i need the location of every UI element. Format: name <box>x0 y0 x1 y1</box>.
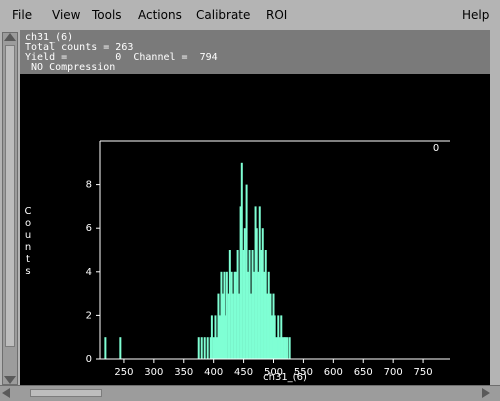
horizontal-scroll-thumb[interactable] <box>30 389 102 397</box>
histogram-bar <box>203 337 206 359</box>
histogram-bar <box>234 271 237 359</box>
histogram-bar <box>243 228 246 359</box>
x-tick-label: 350 <box>174 367 193 378</box>
y-tick-label: 4 <box>86 267 92 278</box>
histogram-bar <box>215 337 218 359</box>
histogram-bar <box>270 315 273 359</box>
histogram-bar <box>286 337 289 359</box>
y-tick-label: 0 <box>86 354 92 365</box>
histogram-bar <box>225 271 228 359</box>
histogram-bar <box>197 337 200 359</box>
histogram-bar <box>221 293 224 359</box>
menu-view[interactable]: View <box>52 8 80 22</box>
histogram-bar <box>281 337 284 359</box>
menu-bar: File View Tools Actions Calibrate ROI He… <box>0 0 500 31</box>
histogram-bar <box>119 337 122 359</box>
x-axis-label: ch31_(6) <box>263 372 307 383</box>
x-tick-label: 450 <box>234 367 253 378</box>
menu-roi[interactable]: ROI <box>266 8 287 22</box>
histogram-bar <box>206 337 209 359</box>
histogram-bar <box>228 250 231 359</box>
menu-help[interactable]: Help <box>462 8 489 22</box>
x-tick-label: 300 <box>144 367 163 378</box>
scroll-up-arrow-icon[interactable] <box>4 33 16 41</box>
spectrum-window: ch31_(6) Total counts = 263 Yield = 0 Ch… <box>0 30 500 401</box>
y-axis-label-letter: C <box>25 206 32 217</box>
x-tick-label: 750 <box>414 367 433 378</box>
x-tick-label: 600 <box>324 367 343 378</box>
y-axis-label-letter: o <box>25 218 31 229</box>
right-frame <box>490 30 500 385</box>
histogram-bar <box>255 228 258 359</box>
histogram-bar <box>284 337 287 359</box>
histogram-bar <box>267 271 270 359</box>
y-tick-label: 6 <box>86 223 92 234</box>
vertical-scrollbar[interactable] <box>2 32 18 385</box>
histogram-bar <box>273 315 276 359</box>
histogram-bar <box>210 315 213 359</box>
horizontal-scrollbar[interactable] <box>0 385 500 401</box>
histogram-bar <box>264 250 267 359</box>
histogram-bar <box>258 206 261 359</box>
scroll-right-arrow-icon[interactable] <box>482 388 490 398</box>
y-axis-label-letter: u <box>25 230 31 241</box>
histogram-bar <box>240 162 243 359</box>
x-tick-label: 650 <box>354 367 373 378</box>
y-tick-label: 8 <box>86 180 92 191</box>
x-tick-label: 400 <box>204 367 223 378</box>
compression-status: NO Compression <box>25 62 116 73</box>
histogram-bar <box>278 337 281 359</box>
histogram-bar <box>212 337 215 359</box>
marker-label: 0 <box>433 143 439 154</box>
info-panel: ch31_(6) Total counts = 263 Yield = 0 Ch… <box>20 30 490 74</box>
histogram-bar <box>246 271 249 359</box>
histogram-bar <box>249 293 252 359</box>
scroll-down-arrow-icon[interactable] <box>4 376 16 384</box>
histogram-bar <box>218 315 221 359</box>
vertical-scroll-thumb[interactable] <box>5 45 15 347</box>
histogram-bar <box>252 271 255 359</box>
histogram-bar <box>231 293 234 359</box>
y-axis-label-letter: n <box>25 242 31 253</box>
scroll-left-arrow-icon[interactable] <box>2 388 10 398</box>
histogram-bar <box>288 337 291 359</box>
y-axis-label-letter: s <box>25 266 30 277</box>
histogram-bar <box>200 337 203 359</box>
menu-calibrate[interactable]: Calibrate <box>196 8 250 22</box>
menu-actions[interactable]: Actions <box>138 8 182 22</box>
histogram-bar <box>104 337 107 359</box>
plot-area[interactable]: 0 2 4 6 8 250 300 350 400 450 500 550 600 650 700 750 ch… <box>20 74 490 385</box>
left-frame <box>0 30 20 385</box>
histogram-bar <box>275 337 278 359</box>
x-tick-label: 250 <box>114 367 133 378</box>
x-tick-label: 700 <box>384 367 403 378</box>
spectrum-chart[interactable]: 02468250 300 350 400 450 500 550 600 650 700 750ch… <box>20 74 490 385</box>
histogram-bar <box>237 293 240 359</box>
y-tick-label: 2 <box>86 310 92 321</box>
menu-file[interactable]: File <box>12 8 32 22</box>
y-axis-label-letter: t <box>26 254 30 265</box>
histogram-bar <box>261 228 264 359</box>
menu-tools[interactable]: Tools <box>92 8 122 22</box>
